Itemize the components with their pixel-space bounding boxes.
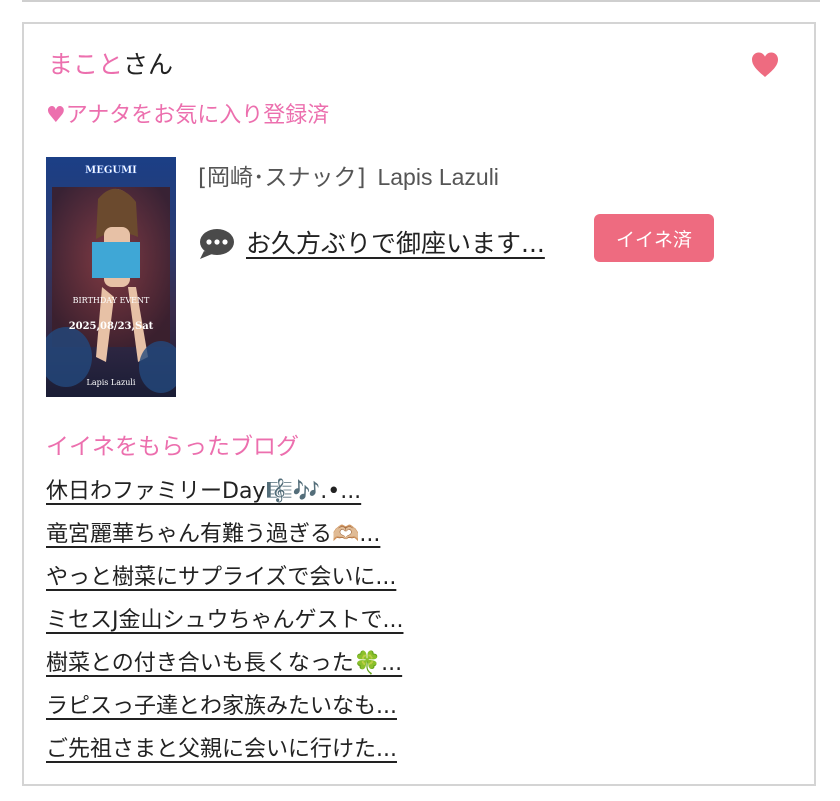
favorite-heart-button[interactable] xyxy=(750,50,780,80)
blog-link[interactable]: やっと樹菜にサプライズで会いに... xyxy=(46,565,396,590)
list-item: ご先祖さまと父親に会いに行けた... xyxy=(46,733,403,776)
blog-link[interactable]: 竜宮麗華ちゃん有難う過ぎる🫶🏼... xyxy=(46,522,380,547)
blog-link[interactable]: 樹菜との付き合いも長くなった🍀... xyxy=(46,651,402,676)
flyer-title-text: MEGUMI xyxy=(85,165,137,176)
favorite-status-text: ♥アナタをお気に入り登録済 xyxy=(46,103,330,128)
liked-blogs-list: 休日わファミリーDay🎼🎶.•... 竜宮麗華ちゃん有難う過ぎる🫶🏼... やっ… xyxy=(46,475,403,776)
shop-info: [岡崎･スナック] Lapis Lazuli xyxy=(198,162,499,193)
list-item: 竜宮麗華ちゃん有難う過ぎる🫶🏼... xyxy=(46,518,403,561)
blog-link[interactable]: ラピスっ子達とわ家族みたいなも... xyxy=(46,694,397,719)
user-row: まことさん xyxy=(48,50,173,80)
heart-icon xyxy=(752,52,778,77)
flyer-shop-text: Lapis Lazuli xyxy=(87,378,136,387)
shop-area: [岡崎･スナック] xyxy=(198,165,366,191)
flyer-date-text: 2025,08/23,Sat xyxy=(69,321,154,332)
list-item: 休日わファミリーDay🎼🎶.•... xyxy=(46,475,403,518)
user-card: まことさん ♥アナタをお気に入り登録済 MEGUMI BIRTHDAY EVEN… xyxy=(22,22,816,786)
comment-bubble-icon xyxy=(198,227,236,261)
flyer-event-text: BIRTHDAY EVENT xyxy=(73,296,150,305)
liked-blogs-heading: イイネをもらったブログ xyxy=(46,434,299,460)
user-suffix: さん xyxy=(123,50,174,79)
list-item: ミセスJ金山シュウちゃんゲストで... xyxy=(46,604,403,647)
user-name[interactable]: まこと xyxy=(48,50,123,79)
blog-link[interactable]: ご先祖さまと父親に会いに行けた... xyxy=(46,737,397,762)
iine-done-badge[interactable]: イイネ済 xyxy=(594,214,714,262)
event-flyer-thumbnail[interactable]: MEGUMI BIRTHDAY EVENT 2025,08/23,Sat Lap… xyxy=(46,157,176,397)
blog-link[interactable]: ミセスJ金山シュウちゃんゲストで... xyxy=(46,608,403,633)
list-item: ラピスっ子達とわ家族みたいなも... xyxy=(46,690,403,733)
post-title-link[interactable]: お久方ぶりで御座います... xyxy=(246,227,545,261)
shop-name: Lapis Lazuli xyxy=(377,164,499,190)
list-item: やっと樹菜にサプライズで会いに... xyxy=(46,561,403,604)
list-item: 樹菜との付き合いも長くなった🍀... xyxy=(46,647,403,690)
top-divider xyxy=(22,0,820,2)
blog-link[interactable]: 休日わファミリーDay🎼🎶.•... xyxy=(46,479,361,504)
